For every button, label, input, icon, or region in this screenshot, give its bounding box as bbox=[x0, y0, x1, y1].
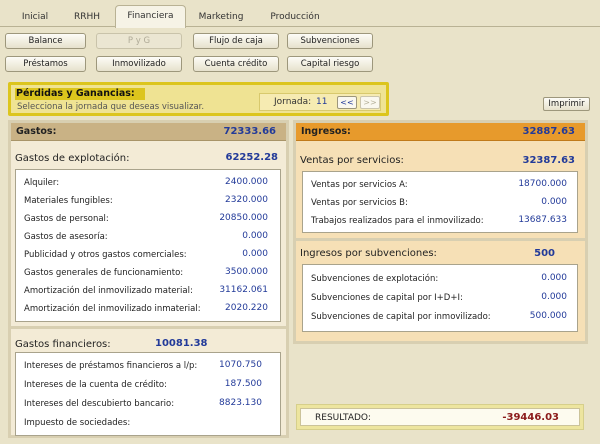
list-item-value: 8823.130 bbox=[219, 398, 262, 408]
list-item-value: 18700.000 bbox=[518, 179, 567, 189]
prestamos-button[interactable]: Préstamos bbox=[5, 56, 86, 72]
list-item-label: Gastos generales de funcionamiento: bbox=[24, 268, 184, 278]
list-item-label: Intereses del descubierto bancario: bbox=[24, 399, 175, 409]
explotacion-list: Alquiler: 2400.000 Materiales fungibles:… bbox=[15, 169, 281, 322]
list-item-label: Intereses de préstamos financieros a l/p… bbox=[24, 361, 198, 371]
list-item-value: 0.000 bbox=[242, 249, 268, 259]
print-button[interactable]: Imprimir bbox=[543, 97, 590, 111]
subvenciones-button[interactable]: Subvenciones bbox=[287, 33, 373, 49]
list-item-value: 500.000 bbox=[529, 311, 567, 321]
cuenta-credito-button[interactable]: Cuenta crédito bbox=[193, 56, 279, 72]
financieros-label: Gastos financieros: bbox=[15, 339, 111, 350]
list-item-value: 0.000 bbox=[541, 292, 567, 302]
list-item-label: Subvenciones de explotación: bbox=[311, 274, 439, 284]
list-item-label: Subvenciones de capital por I+D+I: bbox=[311, 293, 463, 303]
tab-rrhh[interactable]: RRHH bbox=[62, 8, 112, 27]
jornada-selector: Jornada: 11 << >> bbox=[259, 93, 381, 111]
gastos-panel: Gastos: 72333.66 Gastos de explotación: … bbox=[8, 120, 289, 438]
inmovilizado-button[interactable]: Inmovilizado bbox=[96, 56, 182, 72]
tab-marketing[interactable]: Marketing bbox=[190, 8, 252, 27]
subvenciones-label: Ingresos por subvenciones: bbox=[300, 248, 437, 259]
list-item-label: Alquiler: bbox=[24, 178, 60, 188]
subvenciones-total: 500 bbox=[534, 248, 555, 259]
explotacion-label: Gastos de explotación: bbox=[15, 153, 130, 164]
capital-riesgo-button[interactable]: Capital riesgo bbox=[287, 56, 373, 72]
list-item-value: 3500.000 bbox=[225, 267, 268, 277]
list-item-value: 2020.220 bbox=[225, 303, 268, 313]
list-item-label: Materiales fungibles: bbox=[24, 196, 113, 206]
ventas-label: Ventas por servicios: bbox=[300, 155, 404, 166]
jornada-label: Jornada: bbox=[274, 97, 312, 107]
list-item-label: Gastos de personal: bbox=[24, 214, 109, 224]
list-item-label: Amortización del inmovilizado material: bbox=[24, 286, 193, 296]
ingresos-total: 32887.63 bbox=[522, 126, 575, 137]
ventas-section: Ventas por servicios: 32387.63 Ventas po… bbox=[296, 144, 585, 241]
gastos-label: Gastos: bbox=[16, 126, 57, 137]
prev-jornada-button[interactable]: << bbox=[337, 96, 357, 109]
list-item-value: 0.000 bbox=[541, 197, 567, 207]
list-item-label: Impuesto de sociedades: bbox=[24, 418, 131, 428]
tab-financiera[interactable]: Financiera bbox=[115, 5, 186, 28]
pyg-header-panel: Pérdidas y Ganancias: Selecciona la jorn… bbox=[8, 82, 389, 116]
list-item-label: Trabajos realizados para el inmovilizado… bbox=[311, 216, 484, 226]
page-subtitle: Selecciona la jornada que deseas visuali… bbox=[17, 102, 205, 112]
ventas-list: Ventas por servicios A: 18700.000 Ventas… bbox=[302, 171, 578, 233]
resultado-value: -39446.03 bbox=[502, 412, 559, 423]
page-title: Pérdidas y Ganancias: bbox=[15, 88, 145, 100]
balance-button[interactable]: Balance bbox=[5, 33, 86, 49]
list-item-value: 20850.000 bbox=[219, 213, 268, 223]
list-item-value: 187.500 bbox=[224, 379, 262, 389]
list-item-value: 2400.000 bbox=[225, 177, 268, 187]
tab-inicial[interactable]: Inicial bbox=[10, 8, 60, 27]
list-item-label: Intereses de la cuenta de crédito: bbox=[24, 380, 167, 390]
ingresos-header: Ingresos: 32887.63 bbox=[296, 123, 585, 141]
subvenciones-list: Subvenciones de explotación: 0.000 Subve… bbox=[302, 264, 578, 332]
list-item-value: 1070.750 bbox=[219, 360, 262, 370]
next-jornada-button[interactable]: >> bbox=[360, 96, 380, 109]
list-item-value: 2320.000 bbox=[225, 195, 268, 205]
list-item-label: Amortización del inmovilizado inmaterial… bbox=[24, 304, 201, 314]
financieros-list: Intereses de préstamos financieros a l/p… bbox=[15, 352, 281, 436]
financieros-section: Gastos financieros: 10081.38 Intereses d… bbox=[11, 332, 286, 436]
resultado-panel: RESULTADO: -39446.03 bbox=[296, 404, 584, 430]
gastos-total: 72333.66 bbox=[223, 126, 276, 137]
list-item-label: Ventas por servicios A: bbox=[311, 180, 408, 190]
list-item-label: Gastos de asesoría: bbox=[24, 232, 108, 242]
ingresos-panel: Ingresos: 32887.63 Ventas por servicios:… bbox=[293, 120, 588, 344]
pyg-button[interactable]: P y G bbox=[96, 33, 182, 49]
flujo-caja-button[interactable]: Flujo de caja bbox=[193, 33, 279, 49]
financieros-total: 10081.38 bbox=[155, 338, 208, 349]
ventas-total: 32387.63 bbox=[522, 155, 575, 166]
gastos-header: Gastos: 72333.66 bbox=[11, 123, 286, 141]
list-item-label: Publicidad y otros gastos comerciales: bbox=[24, 250, 187, 260]
list-item-label: Ventas por servicios B: bbox=[311, 198, 408, 208]
list-item-value: 13687.633 bbox=[518, 215, 567, 225]
tab-bar: Inicial RRHH Financiera Marketing Produc… bbox=[0, 0, 600, 28]
resultado-label: RESULTADO: bbox=[315, 413, 371, 423]
list-item-value: 0.000 bbox=[541, 273, 567, 283]
list-item-label: Subvenciones de capital por inmovilizado… bbox=[311, 312, 491, 322]
explotacion-section: Gastos de explotación: 62252.28 Alquiler… bbox=[11, 144, 286, 329]
list-item-value: 0.000 bbox=[242, 231, 268, 241]
subvenciones-section: Ingresos por subvenciones: 500 Subvencio… bbox=[296, 244, 585, 341]
tab-produccion[interactable]: Producción bbox=[262, 8, 328, 27]
ingresos-label: Ingresos: bbox=[301, 126, 351, 137]
list-item-value: 31162.061 bbox=[219, 285, 268, 295]
explotacion-total: 62252.28 bbox=[225, 152, 278, 163]
jornada-value: 11 bbox=[316, 97, 328, 107]
